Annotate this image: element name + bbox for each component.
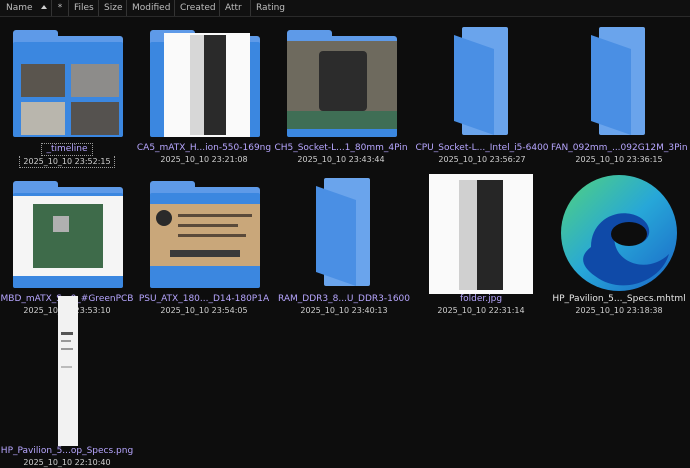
column-created[interactable]: Created <box>175 0 220 16</box>
column-size[interactable]: Size <box>99 0 127 16</box>
item-name: RAM_DDR3_8...U_DDR3-1600 <box>277 294 411 304</box>
item-date: 2025_10_10 23:43:44 <box>297 155 385 164</box>
photo-pc-open <box>21 64 65 97</box>
folder-thumbnail <box>136 21 272 143</box>
item-date: 2025_10_10 22:10:40 <box>23 458 111 467</box>
photo-specs-page <box>58 296 78 446</box>
column-star[interactable]: * <box>52 0 69 16</box>
file-item-mbd[interactable]: MBD_mATX_S...0_#GreenPCB 2025_10_10 23:5… <box>0 172 135 316</box>
column-rating[interactable]: Rating <box>251 0 291 16</box>
item-name: _timeline <box>41 143 93 156</box>
item-date: 2025_10_10 23:36:15 <box>575 155 663 164</box>
item-name: HP_Pavilion_5..._Specs.mhtml <box>552 294 686 304</box>
column-name[interactable]: Name <box>0 0 52 16</box>
column-header-bar: Name * Files Size Modified Created Attr … <box>0 0 690 17</box>
image-thumbnail <box>0 296 135 446</box>
edge-browser-icon <box>561 175 677 291</box>
edge-thumbnail <box>551 172 687 294</box>
photo-psu-label <box>150 204 260 266</box>
item-date: 2025_10_10 23:52:15 <box>19 156 115 168</box>
folder-thumbnail <box>0 21 135 143</box>
file-item-timeline[interactable]: _timeline 2025_10_10 23:52:15 <box>0 21 135 168</box>
item-name: folder.jpg <box>459 294 503 304</box>
item-date: 2025_10_10 23:56:27 <box>438 155 526 164</box>
file-item-png[interactable]: HP_Pavilion_5...op_Specs.png 2025_10_10 … <box>0 296 135 468</box>
photo-pc-side <box>71 64 119 97</box>
item-date: 2025_10_10 23:40:13 <box>300 306 388 315</box>
folder-thumbnail <box>276 172 412 294</box>
column-name-label: Name <box>6 3 33 13</box>
column-files[interactable]: Files <box>69 0 99 16</box>
item-name: PSU_ATX_180..._D14-180P1A <box>138 294 270 304</box>
file-item-ca5[interactable]: CA5_mATX_H...ion-550-169ng 2025_10_10 23… <box>136 21 272 165</box>
item-date: 2025_10_10 23:21:08 <box>160 155 248 164</box>
photo-pc-case <box>164 33 250 137</box>
photo-cpu-cooler <box>287 41 397 129</box>
folder-thumbnail <box>273 21 409 143</box>
folder-icon <box>454 25 510 137</box>
item-name: CPU_Socket-L..._Intel_i5-6400 <box>415 143 549 153</box>
folder-icon <box>591 25 647 137</box>
image-thumbnail <box>413 172 549 294</box>
column-attr[interactable]: Attr <box>220 0 251 16</box>
item-date: 2025_10_10 23:18:38 <box>575 306 663 315</box>
folder-thumbnail <box>414 21 550 143</box>
folder-thumbnail <box>0 172 135 294</box>
file-item-fan[interactable]: FAN_092mm_...092G12M_3Pin 2025_10_10 23:… <box>551 21 688 165</box>
photo-pc-inside <box>71 102 119 135</box>
file-item-psu[interactable]: PSU_ATX_180..._D14-180P1A 2025_10_10 23:… <box>136 172 272 316</box>
photo-motherboard <box>13 196 123 276</box>
folder-thumbnail <box>551 21 687 143</box>
photo-pc-front <box>21 102 65 135</box>
item-name: CA5_mATX_H...ion-550-169ng <box>136 143 272 153</box>
file-item-mhtml[interactable]: HP_Pavilion_5..._Specs.mhtml 2025_10_10 … <box>551 172 687 316</box>
file-item-folder-jpg[interactable]: folder.jpg 2025_10_10 22:31:14 <box>413 172 549 316</box>
file-item-ch5[interactable]: CH5_Socket-L...1_80mm_4Pin 2025_10_10 23… <box>273 21 409 165</box>
item-date: 2025_10_10 23:54:05 <box>160 306 248 315</box>
file-item-cpu[interactable]: CPU_Socket-L..._Intel_i5-6400 2025_10_10… <box>414 21 550 165</box>
item-name: FAN_092mm_...092G12M_3Pin <box>551 143 688 153</box>
item-name: CH5_Socket-L...1_80mm_4Pin <box>274 143 408 153</box>
column-modified[interactable]: Modified <box>127 0 175 16</box>
sort-ascending-icon <box>41 5 47 9</box>
folder-thumbnail <box>136 172 272 294</box>
item-date: 2025_10_10 22:31:14 <box>437 306 525 315</box>
folder-icon <box>316 176 372 288</box>
file-item-ram[interactable]: RAM_DDR3_8...U_DDR3-1600 2025_10_10 23:4… <box>276 172 412 316</box>
item-name: HP_Pavilion_5...op_Specs.png <box>0 446 134 456</box>
photo-hp-pavilion <box>429 174 533 294</box>
